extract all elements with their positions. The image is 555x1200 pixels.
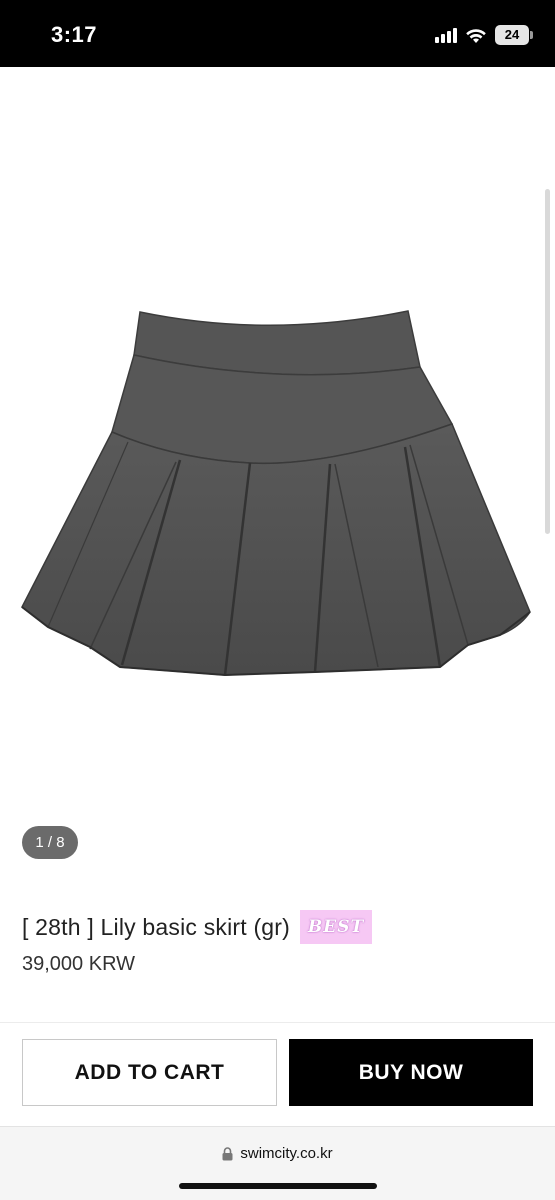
buy-now-button[interactable]: BUY NOW xyxy=(289,1039,533,1106)
signal-icon xyxy=(435,27,457,43)
url-text: swimcity.co.kr xyxy=(240,1145,333,1162)
add-to-cart-button[interactable]: ADD TO CART xyxy=(22,1039,277,1106)
status-icons: 24 xyxy=(435,24,533,46)
product-price: 39,000 KRW xyxy=(22,953,136,975)
wifi-icon xyxy=(466,28,486,43)
product-title-row: [ 28th ] Lily basic skirt (gr) BEST xyxy=(22,910,373,944)
browser-address-bar: swimcity.co.kr xyxy=(0,1126,555,1200)
battery-icon: 24 xyxy=(495,25,533,45)
home-indicator[interactable] xyxy=(179,1183,377,1189)
purchase-action-bar: ADD TO CART BUY NOW xyxy=(0,1022,555,1126)
scroll-indicator[interactable] xyxy=(545,189,550,534)
image-page-counter: 1 / 8 xyxy=(22,826,78,859)
status-bar: 3:17 24 xyxy=(0,0,555,67)
lock-icon xyxy=(222,1146,233,1160)
product-gallery[interactable] xyxy=(0,67,555,877)
status-time: 3:17 xyxy=(51,22,98,47)
product-image[interactable] xyxy=(0,67,555,877)
battery-level: 24 xyxy=(504,27,520,42)
product-title: [ 28th ] Lily basic skirt (gr) xyxy=(22,913,291,940)
url-display[interactable]: swimcity.co.kr xyxy=(0,1145,555,1162)
best-badge: BEST xyxy=(300,910,373,944)
